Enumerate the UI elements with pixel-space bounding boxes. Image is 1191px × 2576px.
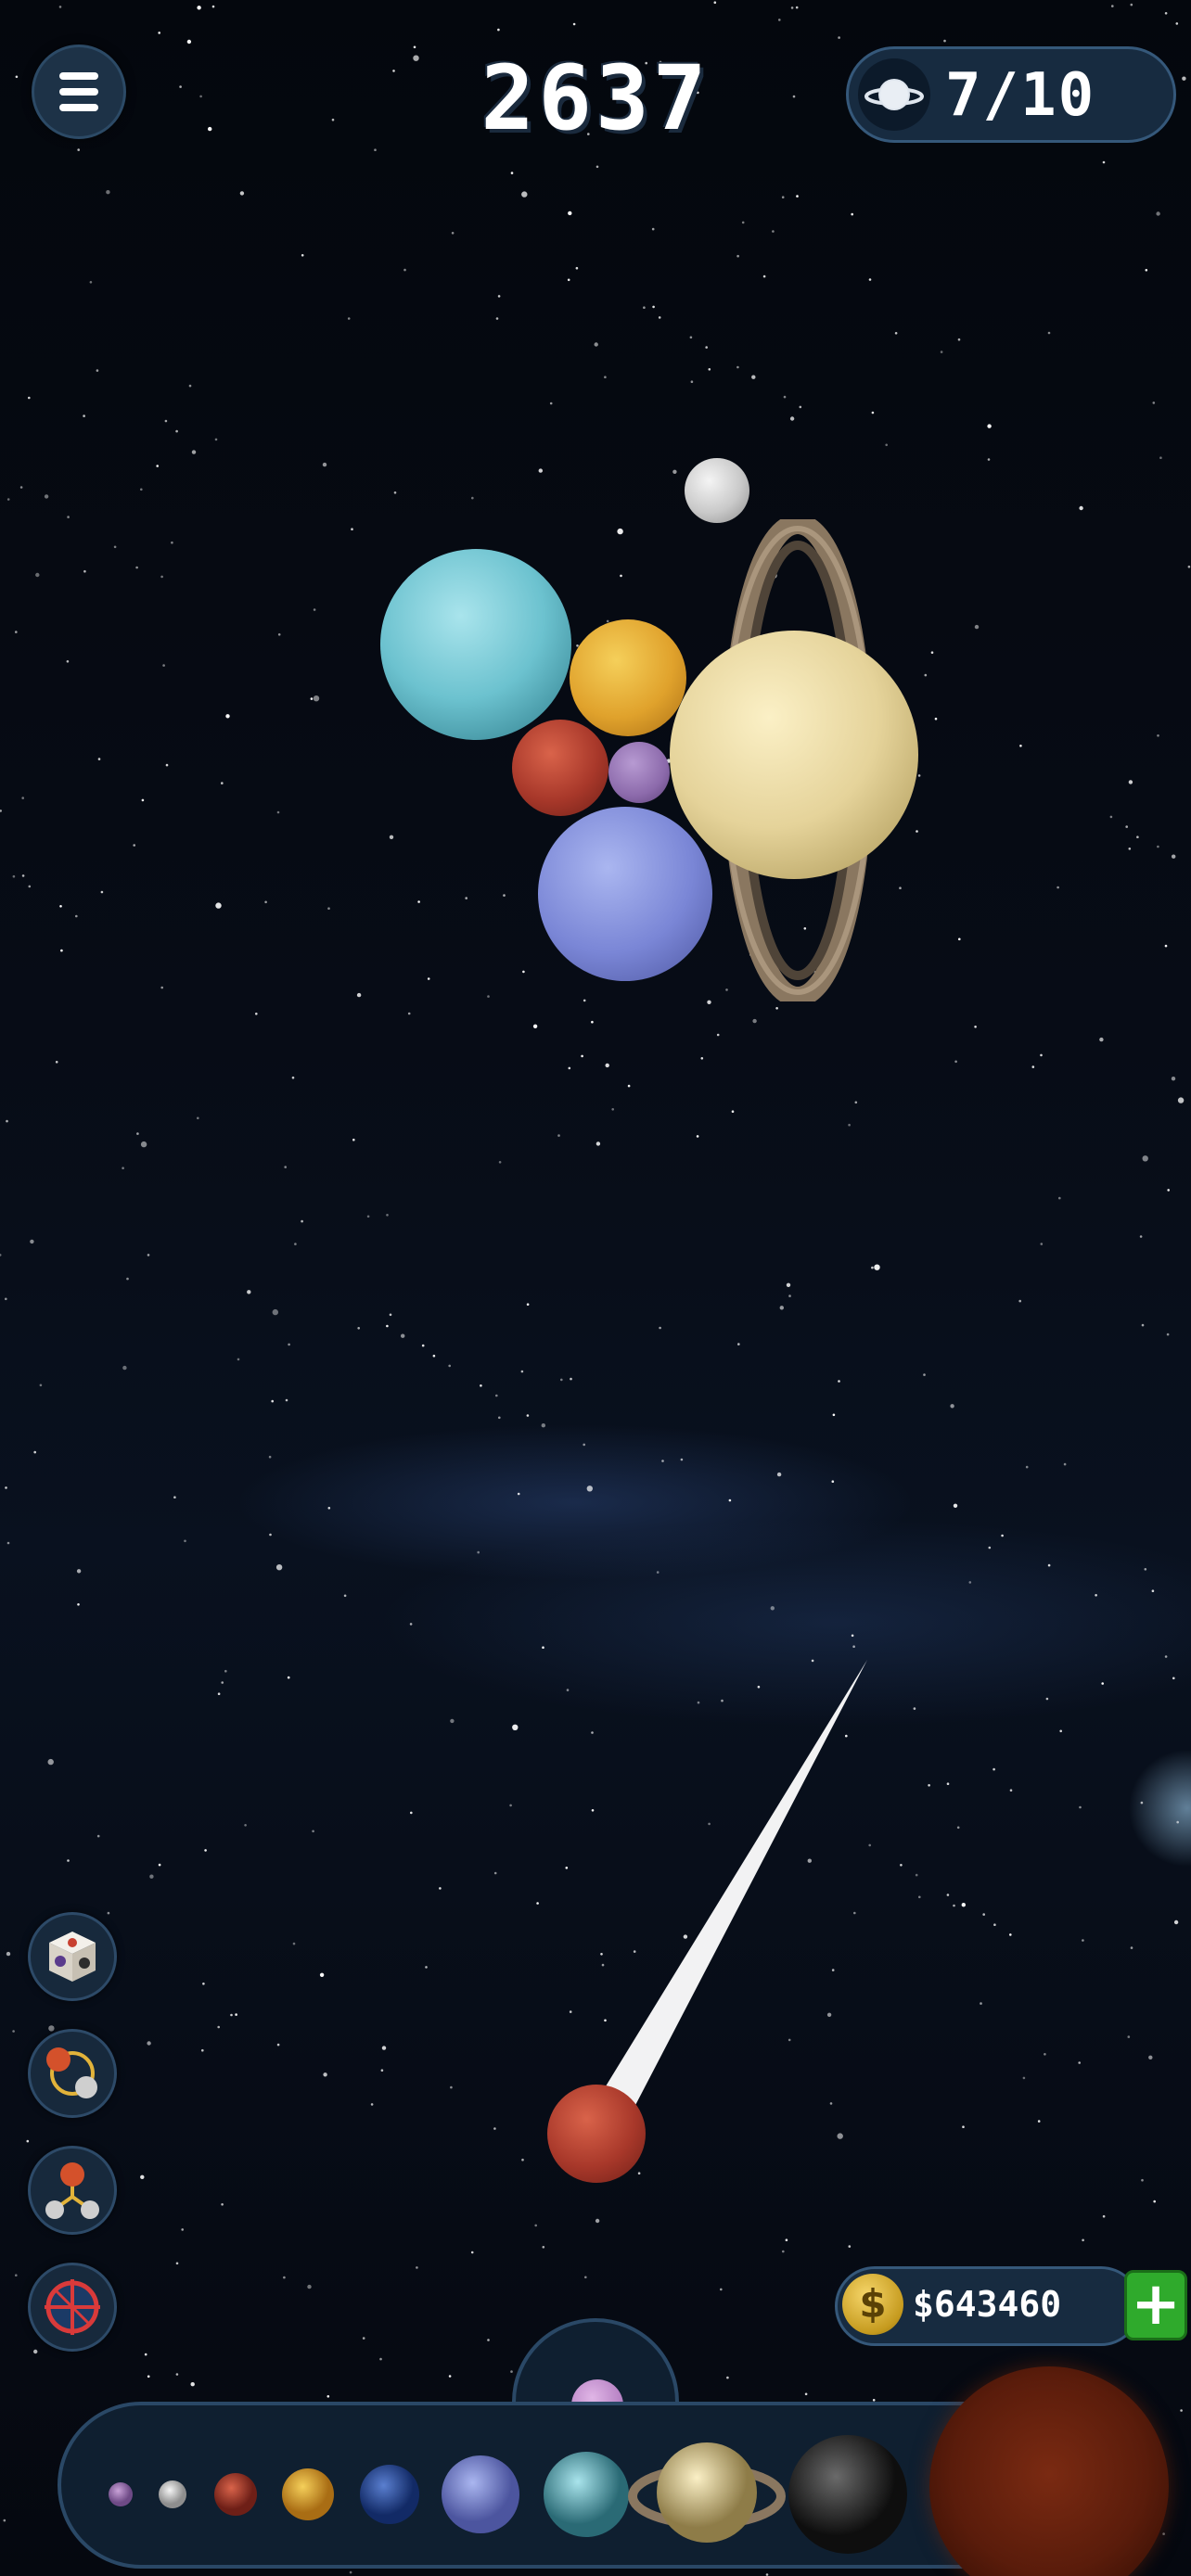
planet-counter: 7/10 xyxy=(846,46,1176,143)
pluto-planet xyxy=(608,742,670,803)
split-tool-button[interactable] xyxy=(28,2146,117,2235)
neptune-planet xyxy=(538,807,712,981)
wallet: $ $643460 + xyxy=(835,2263,1191,2346)
menu-button[interactable] xyxy=(32,45,126,139)
starfield-background xyxy=(0,1,1191,2576)
tray-saturn xyxy=(657,2442,757,2543)
split-planet-icon xyxy=(45,2162,99,2219)
dice-tool-button[interactable] xyxy=(28,1912,117,2001)
swap-tool-button[interactable] xyxy=(28,2029,117,2118)
moon-planet xyxy=(685,458,749,523)
wallet-amount: $643460 xyxy=(913,2284,1062,2325)
tray-venus xyxy=(282,2468,334,2520)
venus-planet xyxy=(570,619,686,736)
swap-planets-icon xyxy=(46,2047,97,2098)
tray-uranus xyxy=(544,2452,629,2537)
saturn-planet xyxy=(670,631,918,879)
planet-counter-value: 7/10 xyxy=(945,61,1096,130)
target-tool-button[interactable] xyxy=(28,2263,117,2352)
tray-moon xyxy=(159,2480,186,2508)
tray-earth xyxy=(360,2465,419,2524)
ringed-planet-icon xyxy=(858,58,930,131)
shooter-mars-planet[interactable] xyxy=(547,2085,646,2183)
game-screen[interactable]: 2637 7/10 $ $643460 + xyxy=(0,0,1191,2576)
dice-icon xyxy=(49,1932,96,1982)
target-crosshair-icon xyxy=(45,2279,100,2335)
aim-trail xyxy=(601,1660,867,2111)
mars-planet xyxy=(512,720,608,816)
score-display: 2637 xyxy=(480,46,711,150)
coin-icon: $ xyxy=(842,2274,903,2335)
tray-pluto xyxy=(109,2482,133,2506)
uranus-planet xyxy=(380,549,571,740)
tray-mars xyxy=(214,2473,257,2516)
add-money-button[interactable]: + xyxy=(1124,2270,1187,2340)
tray-neptune xyxy=(442,2455,519,2533)
tray-jupiter xyxy=(788,2435,907,2554)
